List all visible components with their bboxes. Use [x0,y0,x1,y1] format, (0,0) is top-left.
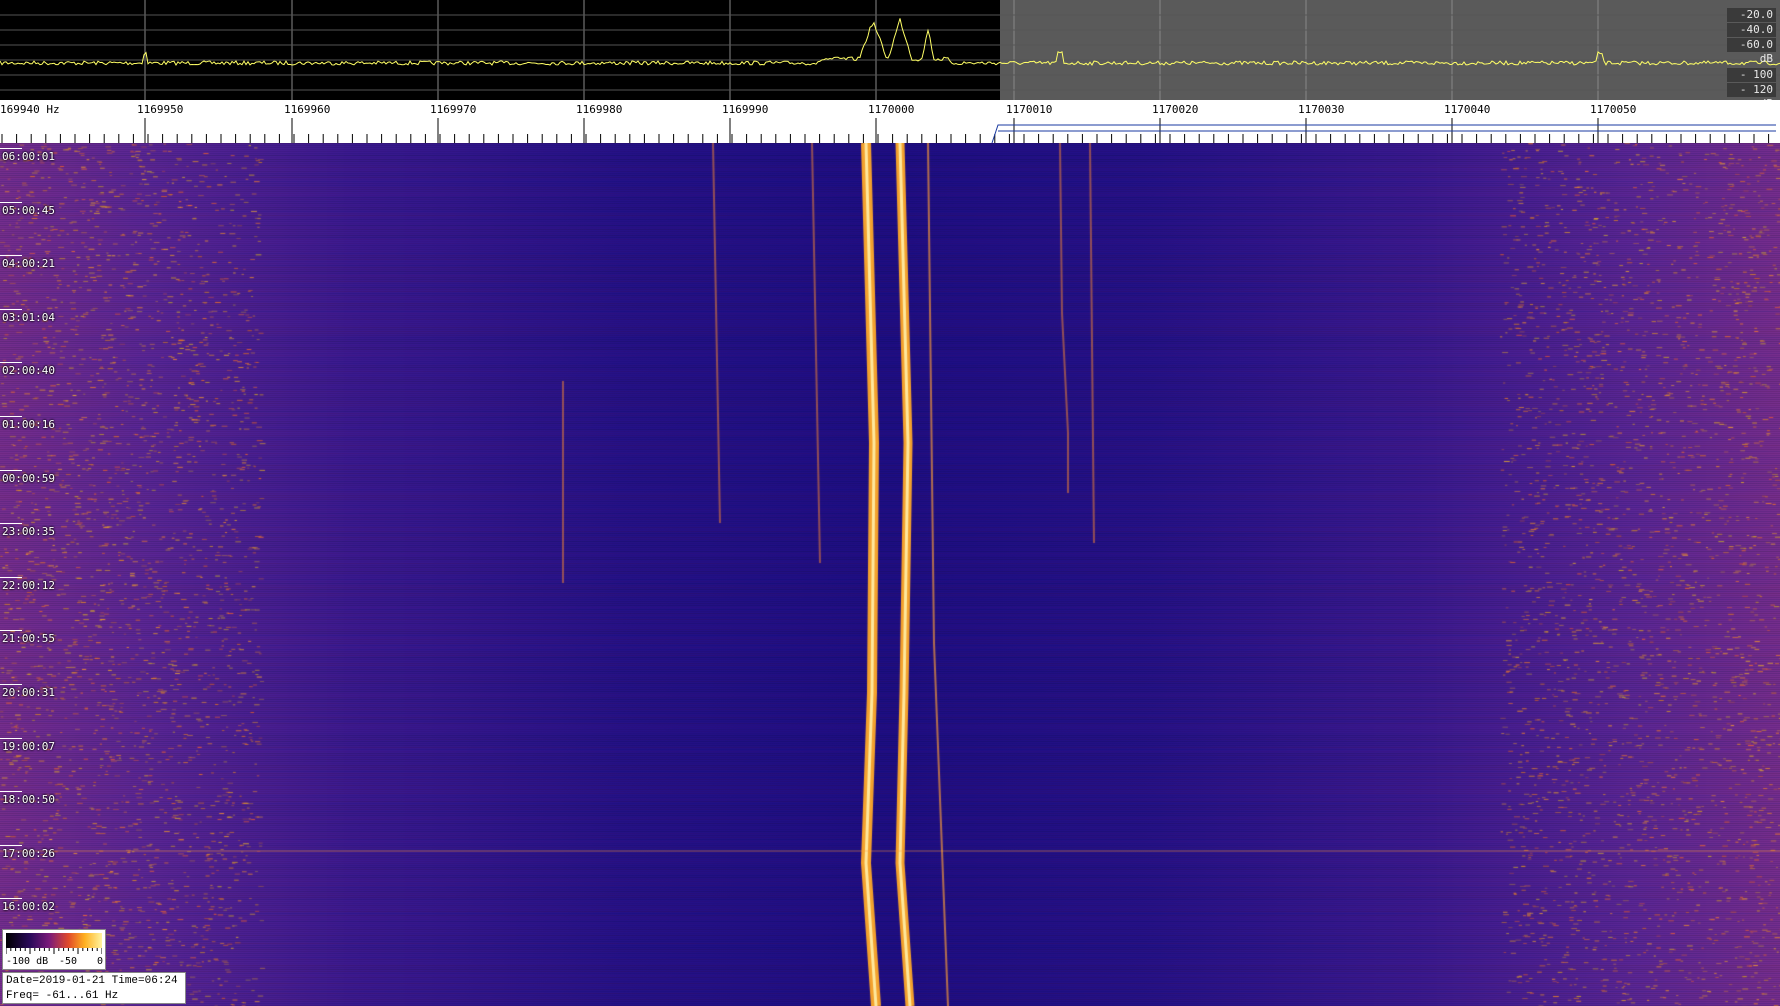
time-tick [0,844,22,846]
color-scale-mid: -50 [59,956,78,967]
db-label-20: -20.0 dB [1727,8,1776,35]
time-tick [0,576,22,578]
db-label-100: - 100 dB [1727,68,1776,95]
time-tick [0,523,22,525]
time-label: 06:00:01 [2,150,55,163]
spectrum-plot [0,0,1780,100]
time-label: 00:00:59 [2,471,55,485]
db-label-60: -60.0 dB [1727,38,1776,65]
color-gradient [6,933,102,948]
time-label: 21:00:55 [2,632,55,646]
time-label: 20:00:31 [2,686,55,699]
time-label: 03:01:04 [2,310,55,324]
time-label: 04:00:21 [2,257,55,271]
spectrum-panel[interactable]: -20.0 dB -40.0 dB -60.0 dB - 100 dB - 12… [0,0,1780,110]
time-label: 01:00:16 [2,418,55,431]
time-label: 23:00:35 [2,525,55,539]
time-tick [0,791,22,793]
time-label: 05:00:45 [2,203,55,217]
db-label-120: - 120 dB [1727,83,1776,110]
color-scale-min: -100 dB [6,956,49,967]
info-box: Date=2019-01-21 Time=06:24 Freq= -61...6… [2,972,186,1004]
time-label: 16:00:02 [2,900,55,914]
db-label-40: -40.0 dB [1727,23,1776,50]
time-label: 02:00:40 [2,364,55,378]
time-label: 18:00:50 [2,793,55,807]
info-date-time: Date=2019-01-21 Time=06:24 [6,975,178,987]
info-frequency-range: Freq= -61...61 Hz [6,990,119,1002]
waterfall-image [0,143,1780,1006]
color-scale: -100 dB -50 0 [2,929,106,970]
time-tick [0,630,22,632]
color-scale-ticks [6,948,102,954]
time-label: 19:00:07 [2,739,55,753]
time-label: 22:00:12 [2,578,55,592]
time-tick [0,201,22,203]
time-tick [0,362,22,364]
time-tick [0,469,22,471]
time-tick [0,684,22,685]
frequency-ruler[interactable]: 169940 Hz 1169950 1169960 1169970 1169980 116… [0,100,1780,143]
time-tick [0,148,22,149]
time-tick [0,737,22,739]
waterfall-display[interactable]: 06:00:01 05:00:45 04:00:21 03:01:04 02:00:40… [0,143,1780,1006]
frequency-ticks [1,118,1776,143]
time-tick [0,308,22,310]
time-tick [0,416,22,417]
color-scale-max: 0 [97,956,104,967]
time-tick [0,255,22,257]
time-tick [0,898,22,900]
time-label: 17:00:26 [2,846,55,860]
